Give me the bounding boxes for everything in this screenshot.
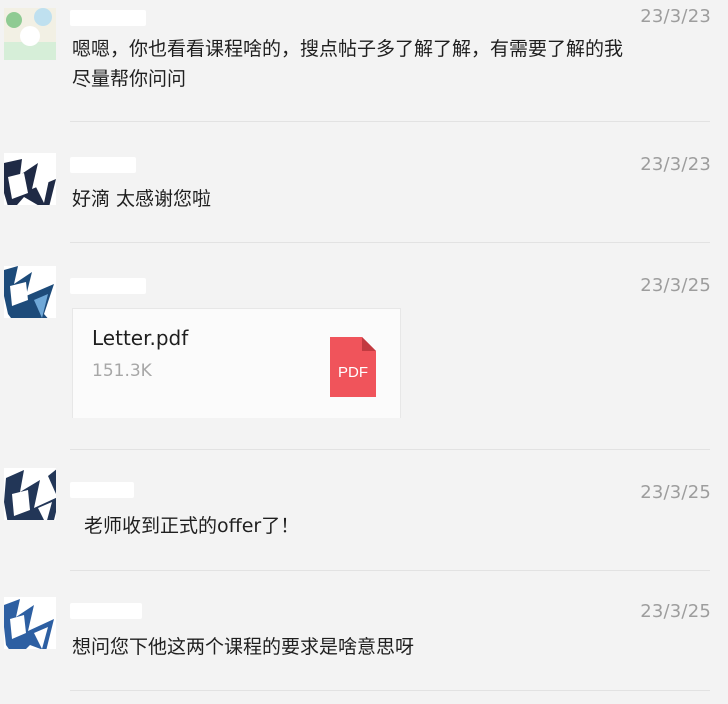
file-attachment-card[interactable]: Letter.pdf 151.3K PDF xyxy=(72,308,401,418)
message-divider xyxy=(70,121,710,122)
sender-name-redacted xyxy=(70,603,142,619)
message-date: 23/3/23 xyxy=(640,6,711,27)
message-divider xyxy=(70,690,710,691)
message-text: 好滴 太感谢您啦 xyxy=(72,188,212,210)
sender-name-redacted xyxy=(70,10,146,26)
avatar[interactable] xyxy=(4,153,56,205)
message-date: 23/3/25 xyxy=(640,275,711,296)
message-text: 想问您下他这两个课程的要求是啥意思呀 xyxy=(72,636,415,658)
message-date: 23/3/25 xyxy=(640,601,711,622)
avatar[interactable] xyxy=(4,266,56,318)
sender-name-redacted xyxy=(70,482,134,498)
message-divider xyxy=(70,570,710,571)
message-text: 老师收到正式的offer了！ xyxy=(84,515,300,537)
pdf-label: PDF xyxy=(338,364,368,381)
avatar[interactable] xyxy=(4,8,56,60)
sender-name-redacted xyxy=(70,157,136,173)
file-name: Letter.pdf xyxy=(92,326,189,350)
message-text: 嗯嗯，你也看看课程啥的，搜点帖子多了解了解，有需要了解的我尽量帮你问问 xyxy=(72,38,624,90)
pdf-file-icon: PDF xyxy=(330,337,376,397)
file-size: 151.3K xyxy=(92,361,152,381)
avatar[interactable] xyxy=(4,468,56,520)
message-divider xyxy=(70,242,710,243)
message-divider xyxy=(70,449,710,450)
sender-name-redacted xyxy=(70,278,146,294)
message-date: 23/3/25 xyxy=(640,482,711,503)
avatar[interactable] xyxy=(4,597,56,649)
message-date: 23/3/23 xyxy=(640,154,711,175)
